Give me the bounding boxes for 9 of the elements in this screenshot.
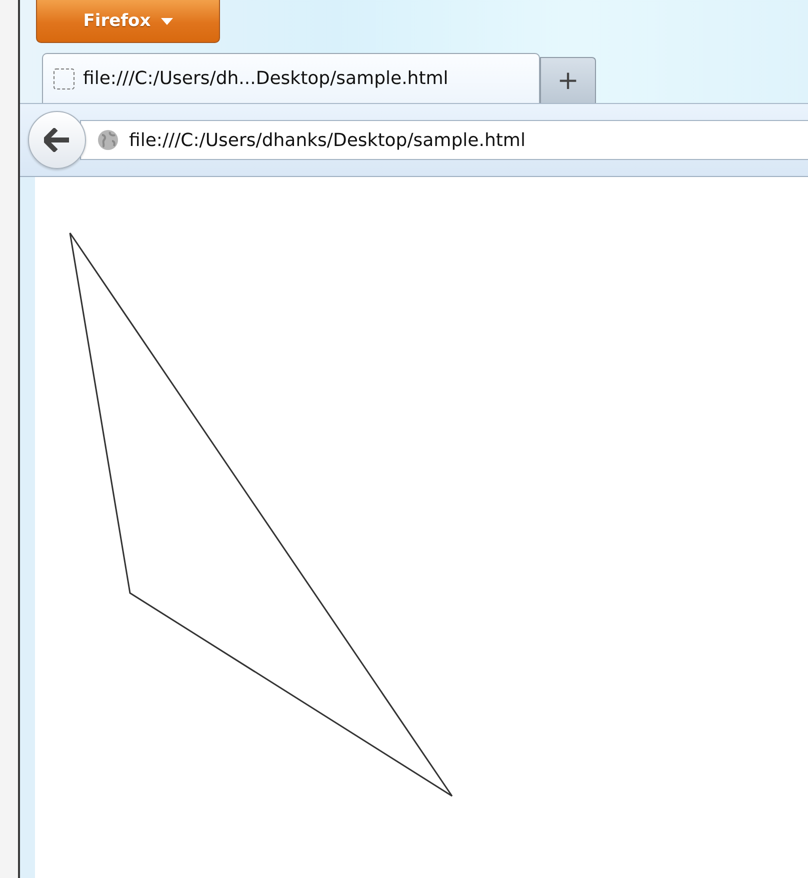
new-tab-button[interactable]: + [540, 57, 596, 103]
caret-icon [160, 18, 173, 24]
browser-tab[interactable]: file:///C:/Users/dh...Desktop/sample.html [42, 53, 540, 103]
page-icon [53, 68, 75, 90]
globe-icon [97, 129, 119, 151]
back-button[interactable] [28, 111, 86, 169]
back-arrow-icon [44, 128, 70, 152]
address-bar[interactable]: file:///C:/Users/dhanks/Desktop/sample.html [80, 120, 808, 160]
tab-title: file:///C:/Users/dh...Desktop/sample.html [83, 68, 448, 89]
